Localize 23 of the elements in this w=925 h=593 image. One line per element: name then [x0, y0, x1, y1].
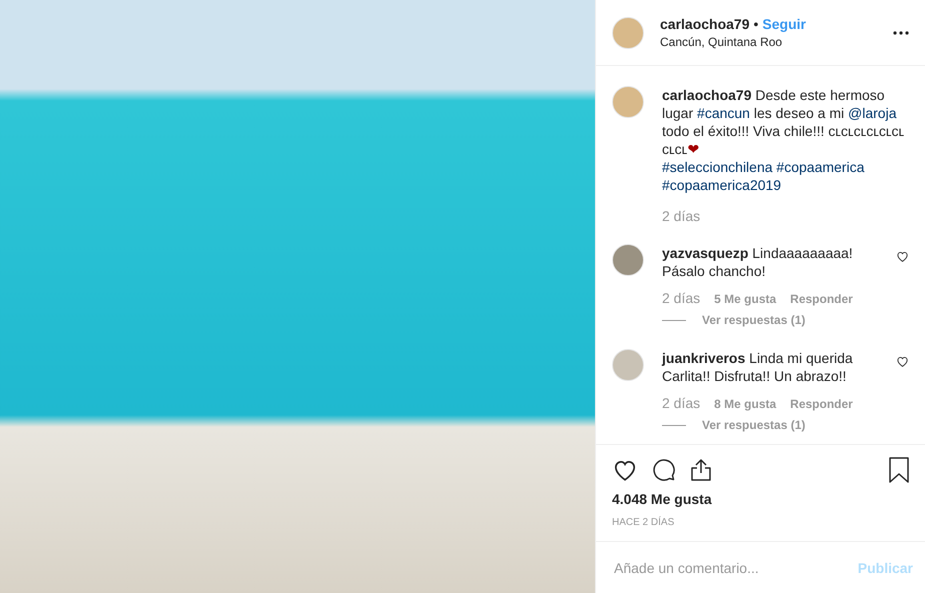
like-icon[interactable]	[896, 250, 909, 263]
username[interactable]: carlaochoa79	[660, 16, 750, 32]
location-text[interactable]: Cancún, Quintana Roo	[660, 35, 893, 49]
avatar[interactable]	[612, 244, 644, 276]
comment-icon[interactable]	[652, 458, 676, 482]
bookmark-icon[interactable]	[889, 457, 909, 483]
more-icon[interactable]	[893, 30, 909, 34]
comment-text: juankriveros Linda mi querida Carlita!! Disfruta!! Un abrazo!!	[662, 349, 854, 385]
comment-text: yazvasquezp Lindaaaaaaaaa! Pásalo chancho!	[662, 244, 854, 280]
hashtag-link[interactable]: #cancun	[697, 105, 750, 121]
like-count[interactable]: 4.048 Me gusta	[612, 491, 909, 507]
hashtag-link[interactable]: #seleccionchilena	[662, 159, 773, 175]
hashtag-link[interactable]: @laroja	[848, 105, 896, 121]
post-date: HACE 2 DÍAS	[612, 517, 676, 528]
timestamp: 2 días	[662, 395, 700, 411]
hashtag-link[interactable]: #copaamerica	[776, 159, 864, 175]
caption-text: carlaochoa79 Desde este hermoso lugar #cancun les deseo a mi @laroja todo el éxito!!! Viva chile!!! ᴄʟᴄʟᴄʟᴄʟᴄʟᴄʟ ᴄʟᴄʟ❤ #seleccionchilena #copaamerica #copaamerica2019	[662, 86, 906, 194]
hashtag-link[interactable]: #copaamerica2019	[662, 177, 782, 193]
like-icon[interactable]	[896, 355, 909, 368]
separator-dot: •	[754, 16, 758, 32]
share-icon[interactable]	[690, 458, 712, 482]
timestamp: 2 días	[662, 290, 700, 306]
timestamp: 2 días	[662, 208, 700, 224]
